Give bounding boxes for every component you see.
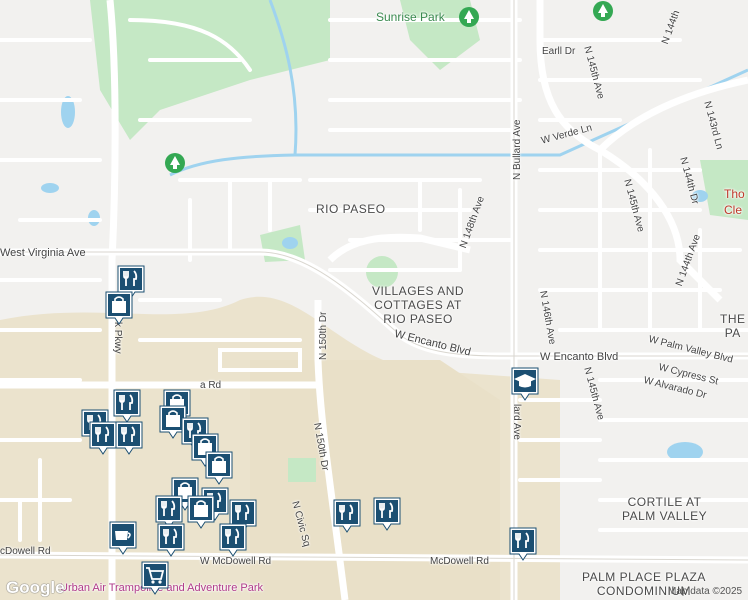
- park-tree-icon[interactable]: [164, 152, 186, 174]
- area-label-cortile: CORTILE AT PALM VALLEY: [622, 495, 708, 523]
- shopping-bag-icon[interactable]: [204, 450, 234, 486]
- road-label-n-bullard-bottom: lard Ave: [511, 404, 522, 440]
- park-label-tho-cle: Tho Cle: [724, 187, 745, 217]
- fork-knife-icon[interactable]: [156, 522, 186, 558]
- shopping-cart-icon[interactable]: [140, 560, 170, 596]
- shopping-bag-icon[interactable]: [186, 494, 216, 530]
- road-label-mcdowell-right: McDowell Rd: [430, 556, 489, 567]
- park-label-sunrise: Sunrise Park: [376, 10, 445, 24]
- road-label-west-virginia: West Virginia Ave: [0, 247, 86, 259]
- area-label-the-pa: THE PA: [720, 312, 746, 340]
- area-label-villages-cottages: VILLAGES AND COTTAGES AT RIO PASEO: [372, 284, 465, 326]
- fork-knife-icon[interactable]: [114, 420, 144, 456]
- fork-knife-icon[interactable]: [508, 526, 538, 562]
- road-label-pkwy: k Pkwy: [112, 322, 123, 354]
- road-label-mcdowell-left: cDowell Rd: [0, 546, 51, 557]
- park-tree-icon[interactable]: [458, 6, 480, 28]
- map-attribution[interactable]: Map data ©2025: [668, 586, 742, 597]
- map-canvas[interactable]: RIO PASEO VILLAGES AND COTTAGES AT RIO P…: [0, 0, 748, 600]
- road-label-n-150th-top: N 150th Dr: [318, 311, 329, 360]
- road-label-earll: Earll Dr: [542, 46, 576, 57]
- road-label-a-rd: a Rd: [200, 380, 222, 391]
- coffee-cup-icon[interactable]: [108, 520, 138, 556]
- shopping-bag-icon[interactable]: [104, 290, 134, 326]
- road-label-n-bullard-top: N Bullard Ave: [512, 119, 523, 180]
- graduation-cap-icon[interactable]: [510, 366, 540, 402]
- fork-knife-icon[interactable]: [218, 522, 248, 558]
- google-logo: Google: [6, 578, 65, 597]
- fork-knife-icon[interactable]: [372, 496, 402, 532]
- area-label-rio-paseo: RIO PASEO: [316, 202, 386, 216]
- park-tree-icon[interactable]: [592, 0, 614, 22]
- road-label-w-encanto-2: W Encanto Blvd: [540, 351, 619, 363]
- fork-knife-icon[interactable]: [112, 388, 142, 424]
- fork-knife-icon[interactable]: [332, 498, 362, 534]
